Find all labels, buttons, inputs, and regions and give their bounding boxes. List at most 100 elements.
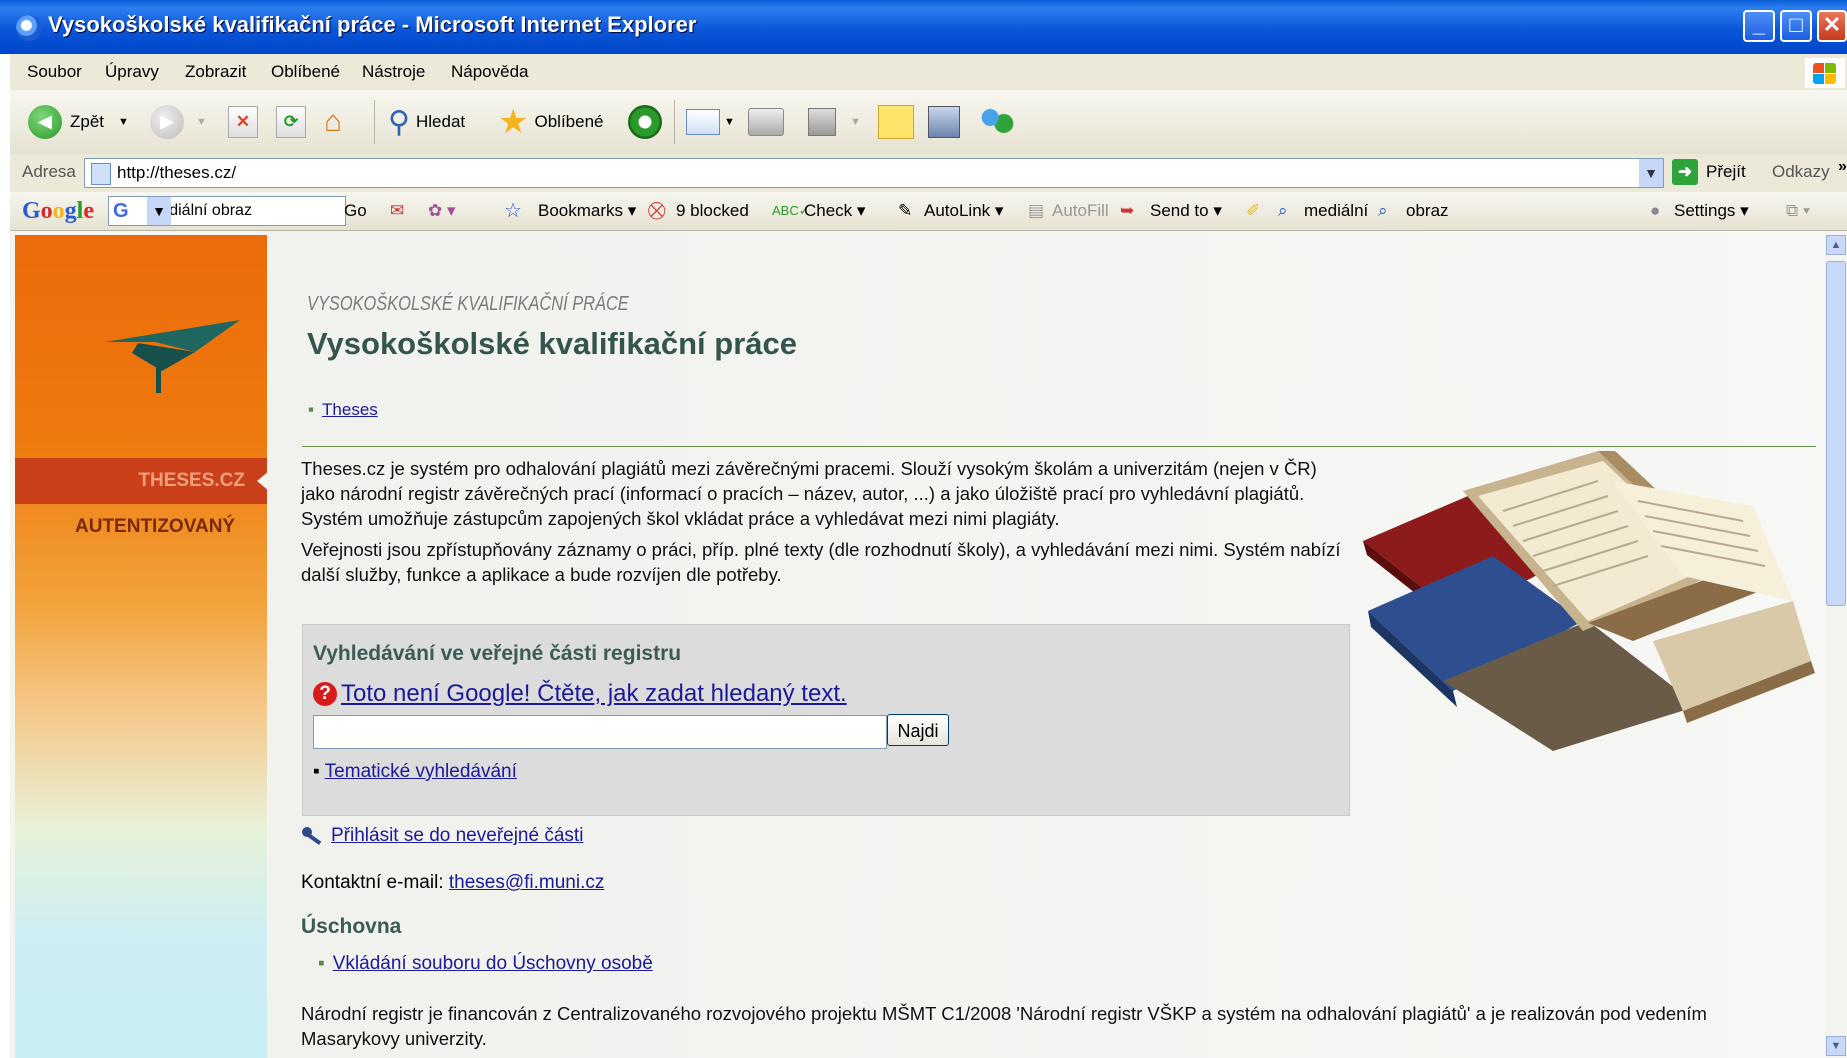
storage-heading: Úschovna [301,915,402,938]
history-icon [628,105,662,139]
edit-dropdown-icon: ▼ [850,116,861,128]
term-button-obraz[interactable]: obraz [1406,201,1449,221]
search-button[interactable]: ⚲ Hledat [388,102,465,142]
search-label: Hledat [415,112,466,131]
autolink-button[interactable]: AutoLink ▾ [924,201,1003,221]
research-button[interactable] [928,102,960,142]
popup-blocked-count[interactable]: 9 blocked [676,201,749,221]
puzzle-icon[interactable]: ✿ ▾ [428,201,456,221]
title-bar: Vysokoškolské kvalifikační práce - Micro… [0,0,1847,54]
search-submit-button[interactable]: Najdi [887,714,949,746]
maximize-button[interactable]: □ [1780,10,1812,42]
settings-button[interactable]: Settings ▾ [1674,201,1749,221]
minimize-button[interactable]: _ [1743,10,1775,42]
breadcrumb-theses-link[interactable]: Theses [322,400,378,419]
scroll-down-icon[interactable]: ▼ [1826,1036,1846,1056]
login-link[interactable]: Přihlásit se do neveřejné části [331,825,583,847]
refresh-button[interactable]: ⟳ [276,102,306,142]
menu-nastroje[interactable]: Nástroje [362,62,425,82]
email-link[interactable]: theses@fi.muni.cz [449,872,605,893]
bookmark-star-icon: ☆ [504,200,522,222]
links-label[interactable]: Odkazy [1772,162,1830,182]
page-viewport: THESES.CZ AUTENTIZOVANÝ VYSOKOŠKOLSKÉ KV… [10,231,1825,1058]
mail-dropdown-icon[interactable]: ▼ [724,116,735,128]
news-icon[interactable]: ✉ [390,201,404,221]
sendto-icon: ➥ [1120,201,1135,220]
notes-button[interactable] [878,102,914,142]
sendto-button[interactable]: Send to ▾ [1150,201,1222,221]
menu-soubor[interactable]: Soubor [27,62,82,82]
menu-zobrazit[interactable]: Zobrazit [185,62,246,82]
refresh-icon: ⟳ [276,106,306,138]
storage-item: ▪ Vkládání souboru do Úschovny osobě [318,953,653,974]
toolbar-options-icon[interactable]: ⧉ ▾ [1786,201,1810,221]
window-title: Vysokoškolské kvalifikační práce - Micro… [48,12,697,37]
stop-button[interactable]: ✕ [228,102,258,142]
term-search-icon: ⌕ [1278,201,1288,220]
print-icon [748,108,784,136]
sidebar-item-theses[interactable]: THESES.CZ [15,458,269,504]
highlighter-icon[interactable]: ✐ [1246,201,1260,221]
address-input[interactable]: http://theses.cz/ ▼ [84,158,1664,188]
windows-logo-icon [1805,58,1845,88]
forward-dropdown-icon: ▼ [196,116,207,128]
google-logo[interactable]: Google [22,198,94,225]
messenger-icon [980,107,1014,137]
go-label: Přejít [1706,162,1746,181]
history-button[interactable] [628,102,662,142]
search-help[interactable]: ? Toto není Google! Čtěte, jak zadat hle… [313,680,847,708]
bookmarks-button[interactable]: Bookmarks ▾ [538,201,636,221]
home-icon: ⌂ [324,105,343,138]
google-dropdown-icon[interactable]: ▼ [147,197,171,225]
google-toolbar: Google G mediální obraz ▼ Go ✉ ✿ ▾ ☆ Boo… [10,192,1847,231]
edit-button[interactable]: ▼ [808,102,861,142]
thematic-search-link[interactable]: Tematické vyhledávání [325,761,517,782]
footer-paragraph: Národní registr je financován z Centrali… [301,1003,1707,1049]
go-button[interactable]: ➜ Přejít [1672,159,1746,185]
check-button[interactable]: Check ▾ [804,201,865,221]
forward-button[interactable]: ▶ ▼ [150,102,207,142]
search-input[interactable] [313,715,887,749]
sidebar-item-autentizovany[interactable]: AUTENTIZOVANÝ [75,516,235,538]
vertical-scrollbar[interactable]: ▲ ▼ [1825,231,1847,1058]
back-arrow-icon: ◀ [28,105,62,139]
autofill-icon: ▤ [1028,201,1045,220]
main-content: VYSOKOŠKOLSKÉ KVALIFIKAČNÍ PRÁCE Vysokoš… [268,231,1825,1058]
mail-button[interactable]: ▼ [686,102,735,142]
messenger-button[interactable] [980,102,1014,142]
email-label: Kontaktní e-mail: [301,872,449,893]
google-search-input[interactable]: G mediální obraz ▼ [108,196,346,226]
scroll-thumb[interactable] [1826,261,1846,606]
edit-icon [808,108,836,136]
browser-window: Vysokoškolské kvalifikační práce - Micro… [0,0,1847,1058]
key-icon [302,827,322,845]
menu-oblibene[interactable]: Oblíbené [271,62,340,82]
chevron-right-icon[interactable]: » [1838,158,1847,176]
term-button-medialni[interactable]: mediální [1304,201,1368,221]
favorites-button[interactable]: ★ Oblíbené [498,102,603,142]
intro-paragraph: Theses.cz je systém pro odhalování plagi… [301,458,1317,529]
menu-napoveda[interactable]: Nápověda [451,62,529,82]
back-button[interactable]: ◀ Zpět ▼ [28,102,129,142]
sidebar: THESES.CZ AUTENTIZOVANÝ [15,235,269,1058]
search-help-link[interactable]: Toto není Google! Čtěte, jak zadat hleda… [341,680,847,708]
notes-icon [878,105,914,139]
question-icon: ? [313,682,337,706]
breadcrumb: ▪ Theses [308,400,378,419]
storage-link[interactable]: Vkládání souboru do Úschovny osobě [333,953,653,974]
address-dropdown-icon[interactable]: ▼ [1639,159,1663,187]
divider [302,446,1816,447]
autolink-wand-icon: ✎ [898,201,913,220]
print-button[interactable] [748,102,784,142]
contact-email: Kontaktní e-mail: theses@fi.muni.cz [301,872,604,894]
mail-icon [686,109,720,135]
back-label: Zpět [70,112,105,131]
public-paragraph: Veřejnosti jsou zpřístupňovány záznamy o… [301,539,1341,585]
page-title: Vysokoškolské kvalifikační práce [307,326,797,361]
scroll-up-icon[interactable]: ▲ [1826,235,1846,255]
close-button[interactable]: ✕ [1817,10,1847,42]
back-dropdown-icon[interactable]: ▼ [118,116,129,128]
menu-upravy[interactable]: Úpravy [105,62,159,82]
home-button[interactable]: ⌂ [324,102,358,142]
google-go-button[interactable]: Go [344,201,367,221]
